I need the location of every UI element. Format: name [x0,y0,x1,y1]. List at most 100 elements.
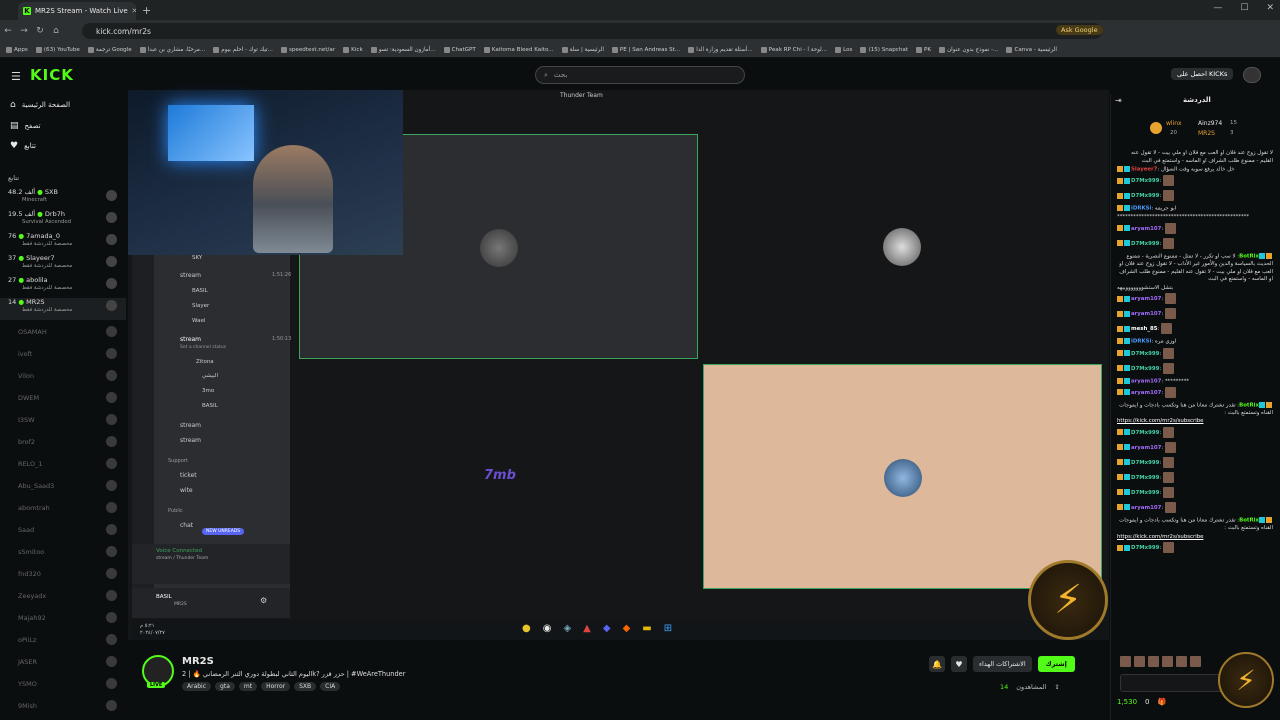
offline-channel[interactable]: Vilon [18,372,34,380]
settings-icon[interactable]: ⚙ [260,596,267,605]
share-icon[interactable]: ⇪ [1054,683,1059,691]
offline-channel[interactable]: oPiiLz [18,636,36,644]
chat-username[interactable]: aryam107 [1131,226,1161,232]
chat-username[interactable]: aryam107 [1131,378,1161,384]
bookmark-item[interactable]: (63) YouTube [35,46,80,53]
stream-tag[interactable]: gta [215,682,235,691]
sidebar-channel[interactable]: 14 ● MR2S مخصصة للدردشة فقط [0,298,126,320]
chat-username[interactable]: BotRix [1239,253,1259,259]
chat-link[interactable]: https://kick.com/mr2s/subscribe [1117,534,1203,540]
bookmark-item[interactable]: ChatGPT [443,46,476,53]
chat-username[interactable]: iDRKSi [1131,339,1151,345]
gift-icon[interactable]: 🎁 [1158,698,1167,706]
bookmark-item[interactable]: Kaitoma Bleed Kaito... [483,46,554,53]
sidebar-channel[interactable]: 27 ● abolila مخصصة للدردشة فقط [0,276,126,298]
offline-channel[interactable]: fnd320 [18,570,41,578]
new-tab-icon[interactable]: + [142,4,151,17]
emote-icon[interactable] [1120,656,1131,667]
offline-channel[interactable]: 9Mish [18,702,37,710]
stream-tag[interactable]: mt [238,682,258,691]
close-window-icon[interactable]: ✕ [1266,3,1274,13]
bookmark-item[interactable]: ترجمة Google [87,46,132,53]
chat-username[interactable]: D7Mx999 [1131,351,1159,357]
sidebar-channel[interactable]: 19.5 ألف ● Drb7h Survival Ascended [0,210,126,232]
user-avatar[interactable] [1243,67,1261,83]
chat-username[interactable]: D7Mx999 [1131,193,1159,199]
offline-channel[interactable]: I3SW [18,416,35,424]
offline-channel[interactable]: sSmitoo [18,548,44,556]
bell-icon[interactable]: 🔔 [929,656,945,672]
offline-channel[interactable]: Majah92 [18,614,46,622]
chat-username[interactable]: aryam107 [1131,311,1161,317]
forward-icon[interactable]: → [16,26,32,36]
nav-following[interactable]: ♥ تتابع [10,141,36,151]
chat-username[interactable]: D7Mx999 [1131,475,1159,481]
chat-username[interactable]: D7Mx999 [1131,178,1159,184]
nav-home[interactable]: ⌂ الصفحة الرئيسية [10,100,70,110]
chat-username[interactable]: aryam107 [1131,505,1161,511]
bookmark-item[interactable]: أمازون السعودية: تسو... [370,46,436,53]
url-bar[interactable]: kick.com/mr2s [82,23,1102,39]
nav-browse[interactable]: ▤ تصفح [10,121,41,131]
ask-google-button[interactable]: Ask Google [1056,25,1103,35]
sidebar-channel[interactable]: 37 ● Slayeer7 مخصصة للدردشة فقط [0,254,126,276]
chat-username[interactable]: aryam107 [1131,390,1161,396]
sidebar-channel[interactable]: 76 ● 7amada_0 مخصصة للدردشة فقط [0,232,126,254]
home-icon[interactable]: ⌂ [48,26,64,36]
offline-channel[interactable]: brof2 [18,438,35,446]
chat-username[interactable]: mesh_85 [1131,326,1158,332]
stream-tag[interactable]: CIA [320,682,341,691]
sidebar-channel[interactable]: 48.2 ألف ● SXB Minecraft [0,188,126,210]
browser-tab[interactable]: K MR2S Stream - Watch Live ✕ [18,2,136,20]
bookmark-item[interactable]: PK [916,46,931,53]
stream-tag[interactable]: SXB [294,682,317,691]
bookmark-item[interactable]: Peak RP Chi - لوحة ا... [760,46,827,53]
offline-channel[interactable]: RELO_1 [18,460,43,468]
minimize-icon[interactable]: — [1213,3,1222,13]
chat-username[interactable]: aryam107 [1131,296,1161,302]
emote-icon[interactable] [1176,656,1187,667]
chat-username[interactable]: D7Mx999 [1131,490,1159,496]
chat-username[interactable]: D7Mx999 [1131,241,1159,247]
emote-icon[interactable] [1134,656,1145,667]
search-input[interactable]: ⌕ بحث [535,66,745,84]
offline-channel[interactable]: DWEM [18,394,39,402]
bookmark-item[interactable]: Apps [6,46,28,53]
offline-channel[interactable]: ivoft [18,350,32,358]
chat-username[interactable]: D7Mx999 [1131,460,1159,466]
close-icon[interactable]: ✕ [132,7,136,15]
offline-channel[interactable]: Saad [18,526,34,534]
reload-icon[interactable]: ↻ [32,26,48,36]
gift-subscriptions-button[interactable]: الاشتراكات الهداء [973,656,1032,672]
offline-channel[interactable]: Zeeyadx [18,592,46,600]
bookmark-item[interactable]: Kick [343,46,363,53]
emote-icon[interactable] [1190,656,1201,667]
subscribe-button[interactable]: إشترك [1037,656,1075,672]
get-kicks-button[interactable]: احصل على KICKs [1171,68,1234,80]
kick-logo[interactable]: KICK [30,66,74,84]
emote-icon[interactable] [1162,656,1173,667]
menu-icon[interactable]: ☰ [11,70,21,83]
chat-username[interactable]: BotRix [1239,402,1259,408]
offline-channel[interactable]: abomtrah [18,504,50,512]
emote-icon[interactable] [1148,656,1159,667]
maximize-icon[interactable]: ☐ [1240,3,1248,13]
bookmark-item[interactable]: (15) Snapchat [860,46,908,53]
bookmark-item[interactable]: مرحبًا، مشاري بن عبدا... [139,46,205,53]
chat-username[interactable]: D7Mx999 [1131,366,1159,372]
stream-tag[interactable]: Arabic [182,682,212,691]
chat-username[interactable]: D7Mx999 [1131,430,1159,436]
bookmark-item[interactable]: نموذج بدون عنوان -... [939,46,998,53]
collapse-chat-icon[interactable]: ⇥ [1115,96,1122,105]
bookmark-item[interactable]: speedtest.net/ar [280,46,335,53]
bookmark-item[interactable]: أسئلة تقديم وزارة الدا... [688,46,753,53]
offline-channel[interactable]: JASER [18,658,37,666]
heart-icon[interactable]: ♥ [951,656,967,672]
chat-username[interactable]: D7Mx999 [1131,545,1159,551]
back-icon[interactable]: ← [0,26,16,36]
offline-channel[interactable]: Abu_Saad3 [18,482,54,490]
bookmark-item[interactable]: تيك توك - احلم بيوم... [213,46,273,53]
chat-username[interactable]: Slayeer7 [1131,167,1157,173]
offline-channel[interactable]: OSAMAH [18,328,47,336]
offline-channel[interactable]: YSMO [18,680,37,688]
